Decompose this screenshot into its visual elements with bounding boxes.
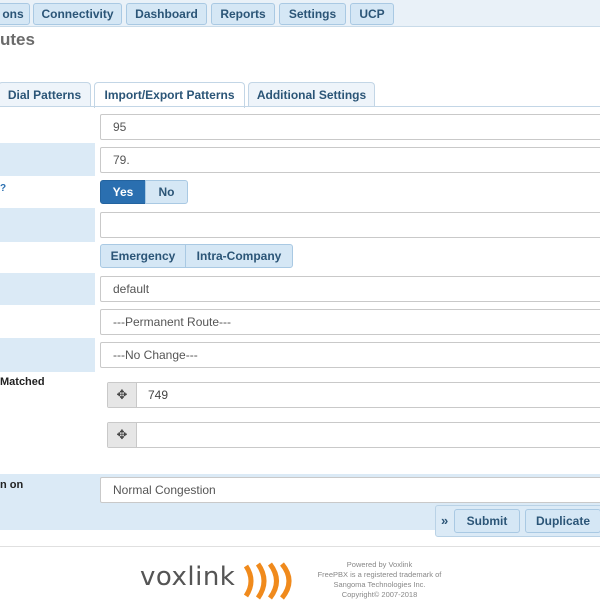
nav-applications[interactable]: ons <box>0 3 30 25</box>
trunk-select-2[interactable]: ✥ <box>107 422 600 448</box>
footer-credits: Powered by Voxlink FreePBX is a register… <box>312 560 447 600</box>
time-group-select[interactable]: ---Permanent Route--- <box>100 309 600 335</box>
footer-line: FreePBX is a registered trademark of <box>317 570 442 579</box>
change-destination-select[interactable]: ---No Change--- <box>100 342 600 368</box>
duplicate-button[interactable]: Duplicate <box>525 509 600 533</box>
route-name-field[interactable]: 95 <box>100 114 600 140</box>
tab-additional-settings[interactable]: Additional Settings <box>248 82 375 107</box>
route-type-emergency-button[interactable]: Emergency <box>100 244 186 268</box>
footer-line: Powered by Voxlink <box>346 560 413 569</box>
collapse-chevron-icon[interactable]: » <box>441 513 448 528</box>
page-title: utes <box>0 30 35 49</box>
voxlink-waves-icon <box>243 562 292 600</box>
trunk-sequence-label: Matched <box>0 376 45 388</box>
top-nav: ons Connectivity Dashboard Reports Setti… <box>0 0 600 27</box>
trunk-select-1[interactable]: ✥ 749 <box>107 382 600 408</box>
form-row: 95 <box>0 111 600 143</box>
label-cell <box>0 273 95 305</box>
form-row: default <box>0 273 600 305</box>
form-row: ---Permanent Route--- <box>0 305 600 338</box>
footer-divider <box>0 546 600 547</box>
submit-button[interactable]: Submit <box>454 509 520 533</box>
label-cell <box>0 338 95 372</box>
form-row <box>0 208 600 242</box>
nav-connectivity[interactable]: Connectivity <box>33 3 122 25</box>
voxlink-logo: voxlink <box>140 562 236 592</box>
tab-dial-patterns[interactable]: Dial Patterns <box>0 82 91 107</box>
help-icon[interactable]: ? <box>0 183 6 194</box>
music-on-hold-select[interactable]: default <box>100 276 600 302</box>
toggle-yes-button[interactable]: Yes <box>100 180 146 204</box>
drag-handle-icon[interactable]: ✥ <box>108 423 137 447</box>
route-password-field[interactable] <box>100 212 600 238</box>
congestion-label: n on <box>0 479 24 491</box>
label-cell <box>0 143 95 176</box>
label-cell <box>0 208 95 242</box>
form-row: 79. <box>0 143 600 176</box>
footer-line: Sangoma Technologies Inc. <box>333 580 426 589</box>
drag-handle-icon[interactable]: ✥ <box>108 383 137 407</box>
tab-divider <box>0 106 600 107</box>
tab-import-export-patterns[interactable]: Import/Export Patterns <box>94 82 245 108</box>
toggle-no-button[interactable]: No <box>145 180 188 204</box>
nav-reports[interactable]: Reports <box>211 3 275 25</box>
footer-line: Copyright© 2007-2018 <box>341 590 418 599</box>
form-row: ? <box>0 176 600 208</box>
congestion-message-select[interactable]: Normal Congestion <box>100 477 600 503</box>
route-type-intra-company-button[interactable]: Intra-Company <box>185 244 293 268</box>
nav-dashboard[interactable]: Dashboard <box>126 3 207 25</box>
nav-settings[interactable]: Settings <box>279 3 346 25</box>
form-row: ---No Change--- <box>0 338 600 372</box>
route-cid-field[interactable]: 79. <box>100 147 600 173</box>
trunk-select-1-value: 749 <box>148 388 169 402</box>
nav-ucp[interactable]: UCP <box>350 3 394 25</box>
